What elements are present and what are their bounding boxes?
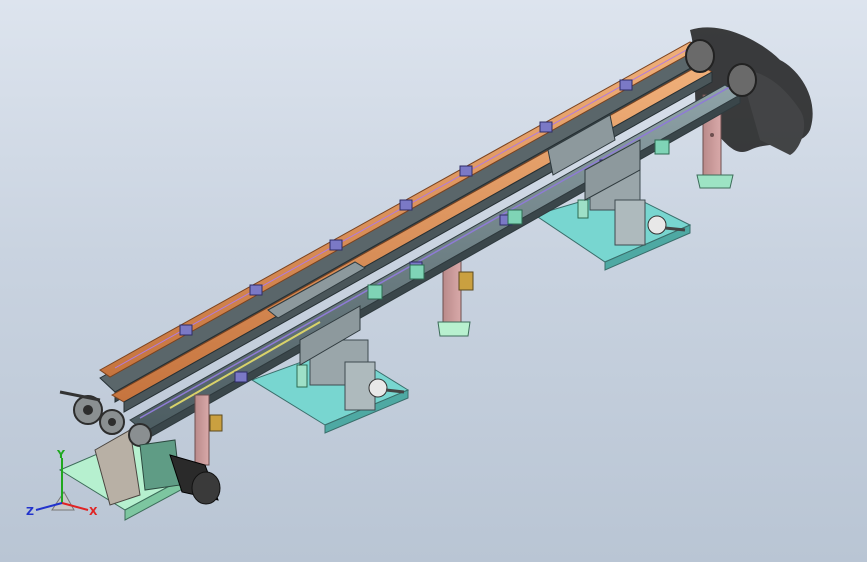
z-axis-label: Z [26, 505, 34, 518]
support-leg-front [194, 394, 223, 466]
conveyor-assembly-model[interactable] [0, 0, 867, 562]
y-axis-label: Y [56, 448, 66, 461]
coordinate-triad: Y X Z [26, 448, 98, 518]
lower-conveyor-rail [129, 83, 741, 441]
x-axis-label: X [89, 505, 98, 518]
cad-viewport[interactable]: Y X Z [0, 0, 867, 562]
